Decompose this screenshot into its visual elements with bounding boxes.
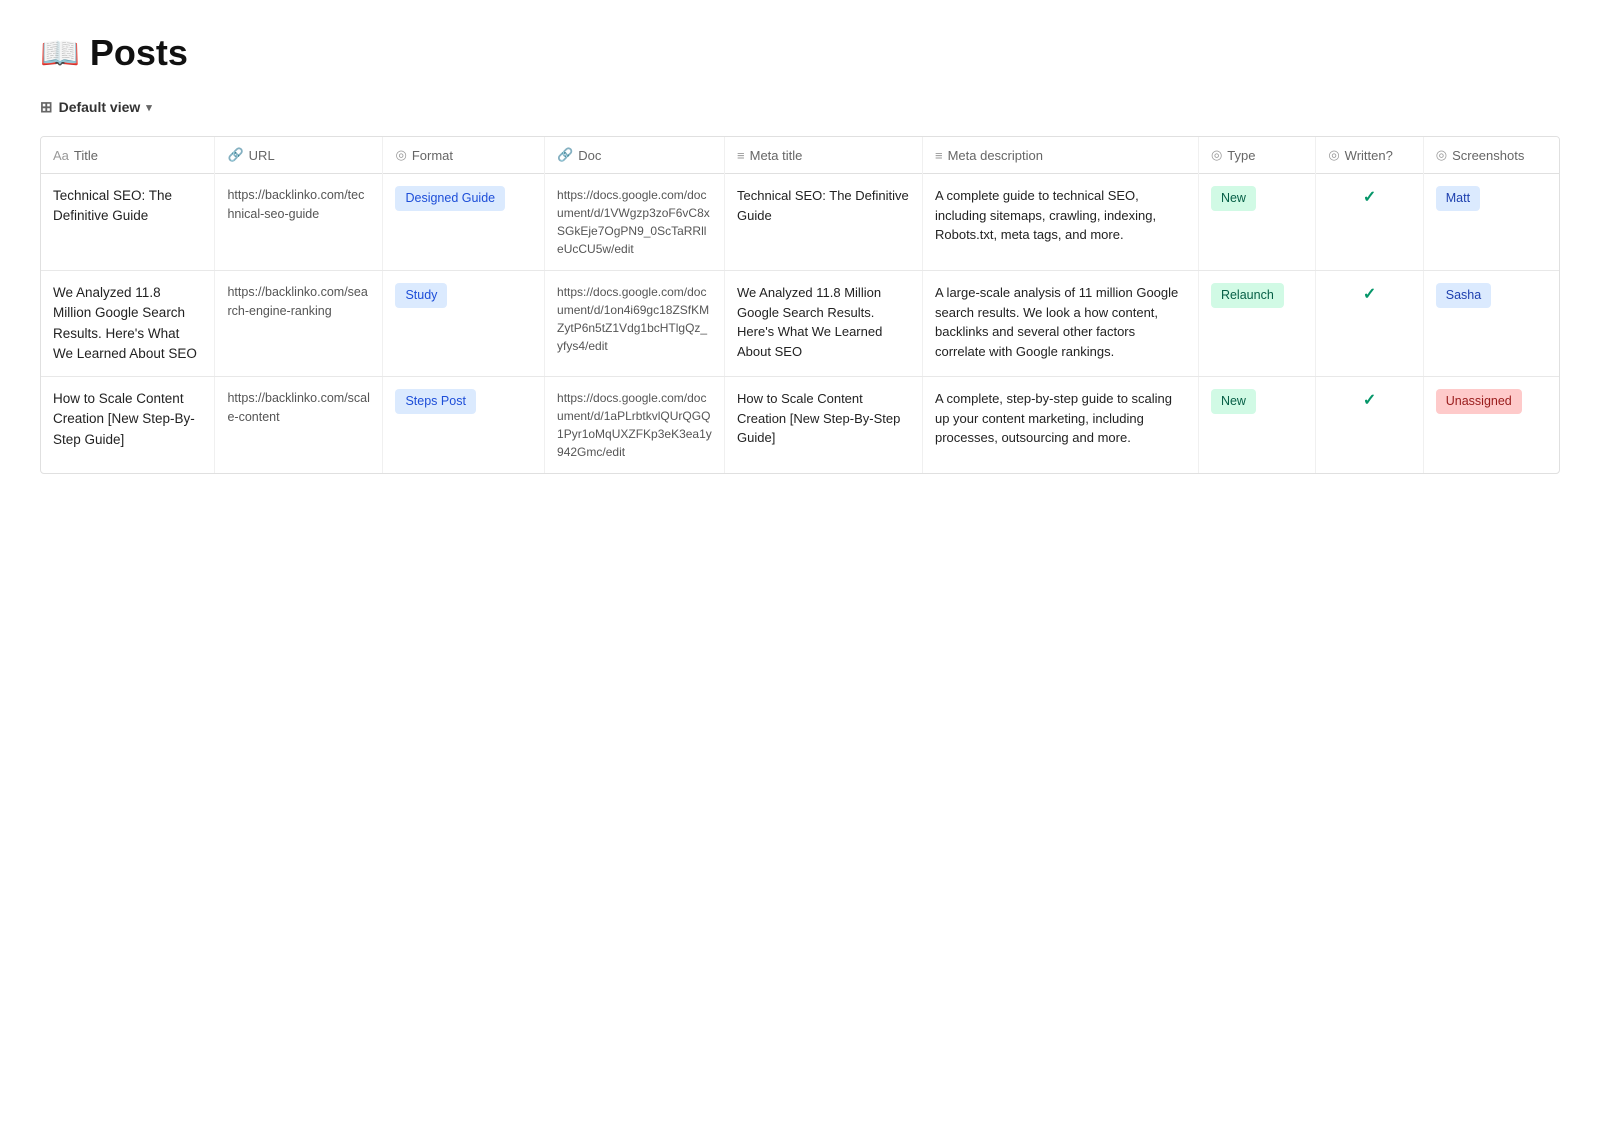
format-col-icon: ◎ [395,147,406,163]
cell-title: We Analyzed 11.8 Million Google Search R… [41,271,215,377]
table-row: Technical SEO: The Definitive Guidehttps… [41,174,1559,271]
view-label: Default view [59,99,141,115]
col-title-label: Title [74,148,98,163]
meta-desc-col-icon: ≡ [935,148,943,163]
check-icon: ✓ [1363,189,1376,206]
page-icon: 📖 [40,34,80,72]
col-type-label: Type [1227,148,1255,163]
type-badge: New [1211,389,1256,414]
type-col-icon: ◎ [1211,147,1222,163]
cell-meta-title: We Analyzed 11.8 Million Google Search R… [725,271,923,377]
cell-type: New [1198,174,1315,271]
cell-written: ✓ [1316,174,1423,271]
col-header-format: ◎ Format [383,137,545,174]
cell-title: Technical SEO: The Definitive Guide [41,174,215,271]
cell-meta-title: How to Scale Content Creation [New Step-… [725,377,923,474]
chevron-down-icon: ▾ [146,101,152,114]
col-written-label: Written? [1345,148,1393,163]
screenshots-badge: Sasha [1436,283,1491,308]
cell-type: Relaunch [1198,271,1315,377]
col-format-label: Format [412,148,453,163]
col-meta-title-label: Meta title [750,148,803,163]
col-meta-desc-label: Meta description [948,148,1043,163]
cell-meta-desc: A large-scale analysis of 11 million Goo… [922,271,1198,377]
screenshots-badge: Unassigned [1436,389,1522,414]
cell-screenshots: Unassigned [1423,377,1559,474]
cell-url: https://backlinko.com/search-engine-rank… [215,271,383,377]
format-badge: Study [395,283,447,308]
col-doc-label: Doc [578,148,601,163]
view-selector[interactable]: ⊞ Default view ▾ [40,98,1560,116]
type-badge: Relaunch [1211,283,1284,308]
cell-meta-desc: A complete, step-by-step guide to scalin… [922,377,1198,474]
table-row: How to Scale Content Creation [New Step-… [41,377,1559,474]
meta-title-col-icon: ≡ [737,148,745,163]
col-header-url: 🔗 URL [215,137,383,174]
cell-screenshots: Matt [1423,174,1559,271]
cell-type: New [1198,377,1315,474]
cell-doc: https://docs.google.com/document/d/1aPLr… [545,377,725,474]
cell-format: Steps Post [383,377,545,474]
col-header-type: ◎ Type [1198,137,1315,174]
col-header-meta-title: ≡ Meta title [725,137,923,174]
check-icon: ✓ [1363,286,1376,303]
col-url-label: URL [249,148,275,163]
screenshots-col-icon: ◎ [1436,147,1447,163]
col-header-screenshots: ◎ Screenshots [1423,137,1559,174]
posts-table-container: Aa Title 🔗 URL ◎ Format [40,136,1560,474]
col-header-meta-desc: ≡ Meta description [922,137,1198,174]
cell-url: https://backlinko.com/technical-seo-guid… [215,174,383,271]
page-header: 📖 Posts [40,32,1560,74]
cell-doc: https://docs.google.com/document/d/1VWgz… [545,174,725,271]
posts-table: Aa Title 🔗 URL ◎ Format [41,137,1559,473]
table-icon: ⊞ [40,98,53,116]
written-col-icon: ◎ [1328,147,1339,163]
check-icon: ✓ [1363,392,1376,409]
cell-title: How to Scale Content Creation [New Step-… [41,377,215,474]
cell-meta-desc: A complete guide to technical SEO, inclu… [922,174,1198,271]
cell-meta-title: Technical SEO: The Definitive Guide [725,174,923,271]
table-header-row: Aa Title 🔗 URL ◎ Format [41,137,1559,174]
col-header-title: Aa Title [41,137,215,174]
format-badge: Designed Guide [395,186,505,211]
page-title: Posts [90,32,188,74]
col-screenshots-label: Screenshots [1452,148,1524,163]
url-col-icon: 🔗 [227,147,243,163]
title-col-icon: Aa [53,148,69,163]
cell-doc: https://docs.google.com/document/d/1on4i… [545,271,725,377]
type-badge: New [1211,186,1256,211]
cell-written: ✓ [1316,377,1423,474]
format-badge: Steps Post [395,389,475,414]
col-header-doc: 🔗 Doc [545,137,725,174]
cell-screenshots: Sasha [1423,271,1559,377]
cell-format: Designed Guide [383,174,545,271]
screenshots-badge: Matt [1436,186,1480,211]
cell-format: Study [383,271,545,377]
col-header-written: ◎ Written? [1316,137,1423,174]
cell-url: https://backlinko.com/scale-content [215,377,383,474]
doc-col-icon: 🔗 [557,147,573,163]
cell-written: ✓ [1316,271,1423,377]
table-row: We Analyzed 11.8 Million Google Search R… [41,271,1559,377]
